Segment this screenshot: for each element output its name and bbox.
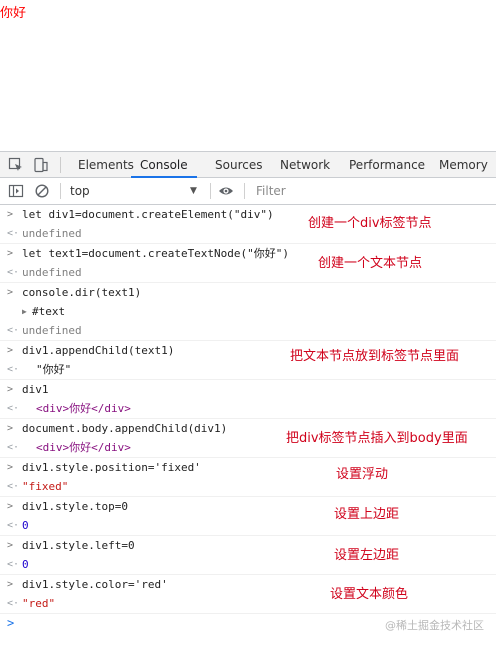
result-arrow-icon: <· — [7, 228, 20, 239]
console-result-element[interactable]: <div>你好</div> — [36, 399, 131, 418]
console-result-text: 0 — [22, 558, 29, 571]
console-result-text: undefined — [22, 227, 82, 240]
watermark: @稀土掘金技术社区 — [385, 619, 484, 632]
result-arrow-icon: <· — [7, 481, 20, 492]
console-input-text: div1.style.color='red' — [22, 578, 168, 591]
console-input-text: div1.appendChild(text1) — [22, 344, 175, 357]
inspect-element-icon[interactable] — [8, 157, 24, 173]
console-entry: > div1.style.left=0 <· 0 设置左边距 — [0, 536, 496, 575]
console-result-text: 0 — [22, 519, 29, 532]
console-entry: > div1.style.position='fixed' <· "fixed"… — [0, 458, 496, 497]
result-arrow-icon: <· — [7, 267, 20, 278]
console-input-text: div1.style.left=0 — [22, 539, 135, 552]
input-chevron-icon: > — [7, 384, 14, 395]
result-arrow-icon: <· — [7, 325, 20, 336]
console-entry: > div1.style.color='red' <· "red" 设置文本颜色 — [0, 575, 496, 614]
annotation-label: 设置左边距 — [334, 548, 400, 563]
console-result-element[interactable]: <div>你好</div> — [36, 438, 131, 457]
input-chevron-icon: > — [7, 209, 14, 220]
console-input-text: div1.style.position='fixed' — [22, 461, 201, 474]
console-toolbar: top ▼ Filter — [0, 178, 496, 205]
console-input-text: div1 — [22, 383, 49, 396]
console-result-text: "fixed" — [22, 480, 69, 493]
console-entry: > div1.appendChild(text1) <· "你好" 把文本节点放… — [0, 341, 496, 380]
input-chevron-icon: > — [7, 540, 14, 551]
annotation-label: 设置文本颜色 — [330, 587, 409, 602]
tabbar-divider — [60, 157, 61, 173]
tab-sources[interactable]: Sources — [215, 152, 262, 178]
tab-performance[interactable]: Performance — [349, 152, 425, 178]
console-input-text: document.body.appendChild(div1) — [22, 422, 228, 435]
console-input-text: div1.style.top=0 — [22, 500, 128, 513]
device-toolbar-icon[interactable] — [33, 157, 49, 173]
console-entry: > let text1=document.createTextNode("你好"… — [0, 244, 496, 283]
tab-console[interactable]: Console — [131, 152, 197, 178]
result-arrow-icon: <· — [7, 559, 20, 570]
result-arrow-icon: <· — [7, 403, 20, 414]
console-entry: > div1.style.top=0 <· 0 设置上边距 — [0, 497, 496, 536]
console-result-text: "red" — [22, 597, 56, 610]
eye-icon[interactable] — [218, 183, 234, 199]
toolbar-divider — [244, 183, 245, 199]
input-chevron-icon: > — [7, 579, 14, 590]
console-entry: > document.body.appendChild(div1) <· <di… — [0, 419, 496, 458]
toolbar-divider — [210, 183, 211, 199]
devtools-tabbar: Elements Console Sources Network Perform… — [0, 151, 496, 178]
tab-memory[interactable]: Memory — [439, 152, 488, 178]
annotation-label: 把文本节点放到标签节点里面 — [290, 349, 460, 364]
input-chevron-icon: > — [7, 462, 14, 473]
sidebar-toggle-icon[interactable] — [8, 183, 24, 199]
tab-network[interactable]: Network — [280, 152, 330, 178]
console-entry: > console.dir(text1) ▶ #text <· undefine… — [0, 283, 496, 341]
toolbar-divider — [60, 183, 61, 199]
context-selector-label: top — [70, 184, 90, 198]
console-result-text: undefined — [22, 324, 82, 337]
input-chevron-icon: > — [7, 248, 14, 259]
annotation-label: 设置浮动 — [336, 467, 389, 482]
console-input-text: let text1=document.createTextNode("你好") — [22, 247, 290, 260]
clear-console-icon[interactable] — [34, 183, 50, 199]
console-result-text: undefined — [22, 266, 82, 279]
console-input-text: console.dir(text1) — [22, 286, 142, 299]
input-chevron-icon: > — [7, 345, 14, 356]
annotation-label: 创建一个div标签节点 — [308, 216, 432, 231]
console-entry: > let div1=document.createElement("div")… — [0, 205, 496, 244]
input-chevron-icon: > — [7, 423, 14, 434]
input-chevron-icon: > — [7, 501, 14, 512]
expand-triangle-icon[interactable]: ▶ — [22, 302, 27, 321]
devtools-panel: Elements Console Sources Network Perform… — [0, 151, 496, 651]
page-body-text: 你好 — [0, 6, 27, 21]
annotation-label: 创建一个文本节点 — [318, 256, 423, 271]
result-arrow-icon: <· — [7, 364, 20, 375]
console-entry: > div1 <· <div>你好</div> — [0, 380, 496, 419]
annotation-label: 设置上边距 — [334, 507, 400, 522]
result-arrow-icon: <· — [7, 598, 20, 609]
console-output: > let div1=document.createElement("div")… — [0, 205, 496, 634]
console-result-text: "你好" — [36, 363, 72, 376]
console-input-text: let div1=document.createElement("div") — [22, 208, 274, 221]
dropdown-arrow-icon: ▼ — [190, 186, 197, 196]
result-arrow-icon: <· — [7, 520, 20, 531]
console-log-object[interactable]: #text — [32, 302, 65, 321]
input-chevron-icon: > — [7, 287, 14, 298]
result-arrow-icon: <· — [7, 442, 20, 453]
prompt-chevron-icon: > — [7, 616, 15, 630]
filter-input[interactable]: Filter — [250, 181, 490, 201]
annotation-label: 把div标签节点插入到body里面 — [286, 431, 468, 446]
tab-elements[interactable]: Elements — [78, 152, 134, 178]
context-selector[interactable]: top ▼ — [64, 182, 204, 200]
